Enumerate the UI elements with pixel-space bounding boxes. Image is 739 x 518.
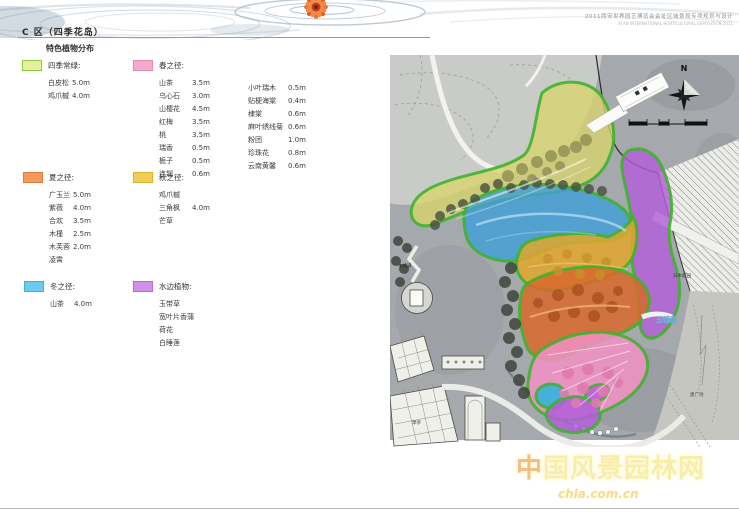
- legend-item: 山茶4.0m: [50, 297, 92, 310]
- legend-item: 粉团1.0m: [248, 133, 306, 146]
- legend-block-summer: 夏之径: 广玉兰5.0m 紫薇4.0m 合欢3.5m 木槿2.5m 木芙蓉2.0…: [23, 172, 91, 266]
- legend-item: 玉带草: [159, 297, 192, 310]
- legend-item: 云南黄馨0.6m: [248, 159, 306, 172]
- legend-block-spring: 春之径: 山茶3.5m 乌心石3.0m 山樱花4.5m 红梅3.5m 桃3.5m…: [133, 60, 210, 180]
- legend-item: 宽叶片香蒲: [159, 310, 192, 323]
- project-title-cn: 2011西安世界园艺博览会会址区域景观专项规划与设计: [585, 13, 733, 21]
- legend-item: 凌霄: [49, 253, 91, 266]
- legend-block-waterside: 水边植物: 玉带草 宽叶片香蒲 荷花 白睡莲: [133, 281, 192, 349]
- label-plaza: 建广场: [690, 391, 704, 398]
- summer-swatch-icon: [23, 172, 43, 183]
- legend-item: 珍珠花0.8m: [248, 146, 306, 159]
- title-rule: [18, 37, 430, 38]
- page-subtitle: 特色植物分布: [46, 43, 94, 54]
- footer-rule: [0, 508, 739, 509]
- legend-label: 春之径:: [159, 60, 184, 71]
- legend-item: 麻叶绣线菊0.6m: [248, 120, 306, 133]
- legend-block-evergreen: 四季常绿: 白皮松5.0m 鸡爪槭4.0m: [22, 60, 90, 102]
- project-title-block: 2011西安世界园艺博览会会址区域景观专项规划与设计 XI'AN INTERNA…: [585, 13, 733, 27]
- legend-item: 荷花: [159, 323, 192, 336]
- legend-label: 夏之径:: [49, 172, 74, 183]
- project-title-en: XI'AN INTERNATIONAL HORTICULTURAL EXPOSI…: [585, 21, 733, 27]
- label-road: 玉锦路: [656, 315, 678, 324]
- autumn-swatch-icon: [133, 172, 153, 183]
- legend-item: 栀子0.5m: [159, 154, 210, 167]
- document-page: 2011西安世界园艺博览会会址区域景观专项规划与设计 XI'AN INTERNA…: [0, 0, 739, 518]
- legend-item: 红梅3.5m: [159, 115, 210, 128]
- legend-label: 水边植物:: [159, 281, 192, 292]
- legend-label: 秋之径:: [159, 172, 184, 183]
- legend-item: 山茶3.5m: [159, 76, 210, 89]
- legend-label: 四季常绿:: [48, 60, 81, 71]
- waterside-swatch-icon: [133, 281, 153, 292]
- legend-item: 鸡爪槭4.0m: [48, 89, 90, 102]
- legend-item: 木槿2.5m: [49, 227, 91, 240]
- watermark: 中国风景园林网 chla.com.cn: [516, 448, 738, 501]
- legend-item: 棣棠0.6m: [248, 107, 306, 120]
- legend-item: 桃3.5m: [159, 128, 210, 141]
- legend-item: 紫薇4.0m: [49, 201, 91, 214]
- legend-item: 瑞香0.5m: [159, 141, 210, 154]
- legend-item: 芒草: [159, 214, 210, 227]
- legend-item: 木芙蓉2.0m: [49, 240, 91, 253]
- legend-item: 白皮松5.0m: [48, 76, 90, 89]
- winter-swatch-icon: [24, 281, 44, 292]
- legend-item: 小叶瑞木0.5m: [248, 81, 306, 94]
- legend-block-autumn: 秋之径: 鸡爪槭 三角枫4.0m 芒草: [133, 172, 210, 227]
- legend-item: 贴梗海棠0.4m: [248, 94, 306, 107]
- label-boardwalk: 木栈道: [398, 262, 412, 269]
- legend-item: 乌心石3.0m: [159, 89, 210, 102]
- flower-icon: [304, 0, 328, 19]
- legend-item: 鸡爪槭: [159, 188, 210, 201]
- watermark-text: 国风景园林网: [543, 454, 705, 484]
- legend-item: 白睡莲: [159, 336, 192, 349]
- evergreen-swatch-icon: [22, 60, 42, 71]
- legend-item: 山樱花4.5m: [159, 102, 210, 115]
- legend-label: 冬之径:: [50, 281, 75, 292]
- spring-swatch-icon: [133, 60, 153, 71]
- watermark-url: chla.com.cn: [558, 487, 738, 501]
- legend-block-winter: 冬之径: 山茶4.0m: [24, 281, 92, 310]
- site-plan-map: N 木栈道 日本庭园 玉锦路 建广场 草亭: [390, 55, 739, 447]
- label-japanese-garden: 日本庭园: [673, 272, 691, 279]
- label-pavilion: 草亭: [412, 419, 421, 426]
- legend-item: 三角枫4.0m: [159, 201, 210, 214]
- svg-text:N: N: [681, 64, 688, 73]
- watermark-logo: 中: [516, 454, 543, 484]
- legend-item: 合欢3.5m: [49, 214, 91, 227]
- legend-item: 广玉兰5.0m: [49, 188, 91, 201]
